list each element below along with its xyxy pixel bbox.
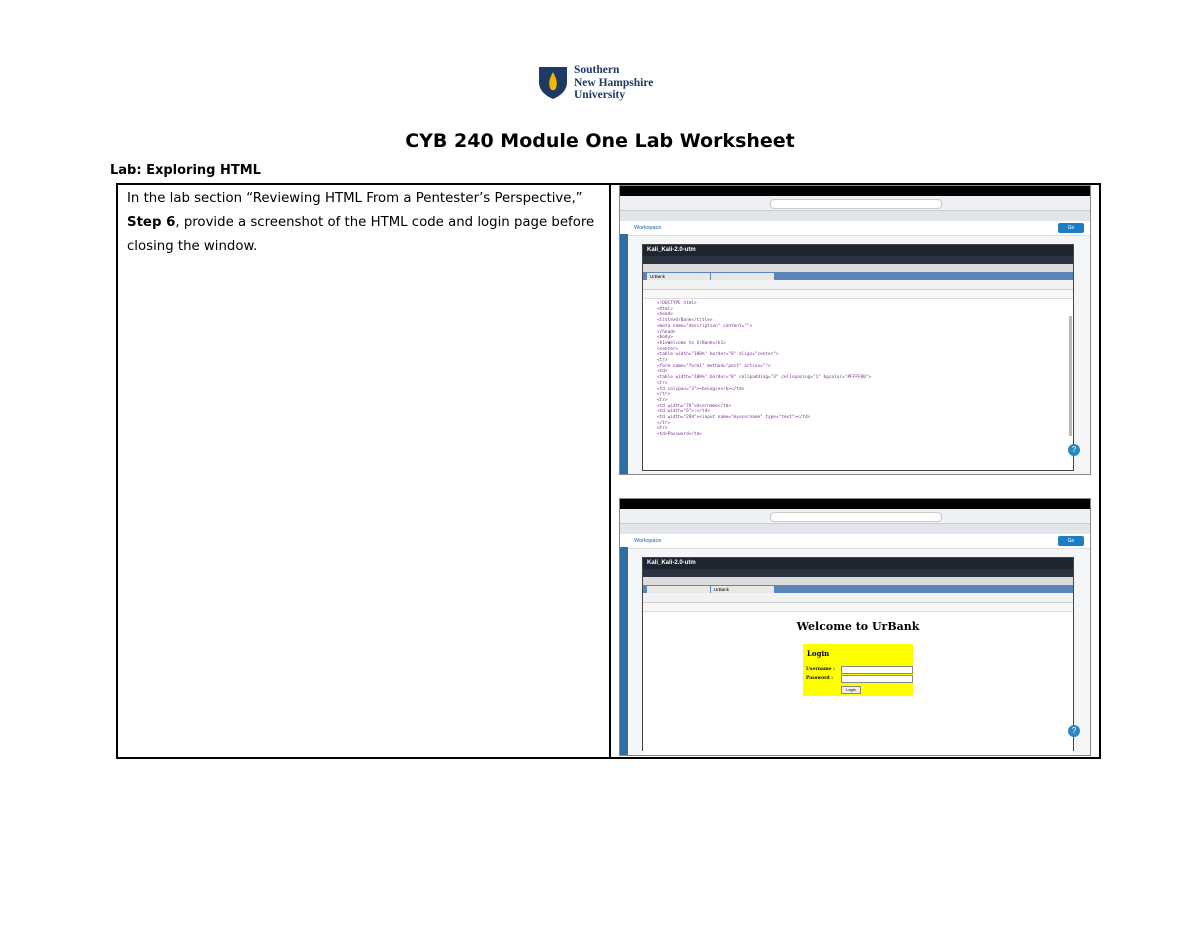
login-heading: Login bbox=[807, 649, 830, 658]
vm-browser-tabs: UrBank bbox=[643, 585, 1073, 593]
workspace-link: Workspace bbox=[634, 538, 662, 544]
vm-name: Kali_Kali-2.0-utm bbox=[643, 558, 1073, 569]
lab-sidebar bbox=[620, 547, 628, 755]
lab-heading: Lab: Exploring HTML bbox=[110, 163, 261, 178]
urbank-page: Welcome to UrBank Login Username : Passw… bbox=[643, 612, 1073, 755]
instructions-text-after: , provide a screenshot of the HTML code … bbox=[127, 215, 595, 254]
go-button: Go bbox=[1058, 536, 1084, 546]
lab-app-bar: Workspace Go bbox=[620, 221, 1090, 236]
code-line: <td>Password</td> bbox=[657, 432, 702, 438]
browser-url-bar bbox=[770, 512, 942, 522]
vm-browser-tabs: UrBank bbox=[643, 272, 1073, 280]
vm-tab-source bbox=[711, 273, 774, 280]
vm-bookmarks-bar bbox=[643, 290, 1073, 299]
vm-url-bar bbox=[643, 280, 1073, 290]
logo-line1: Southern bbox=[574, 64, 620, 76]
vm-window: Kali_Kali-2.0-utm UrBank <!DOCTYPE html>… bbox=[642, 244, 1074, 471]
help-icon: ? bbox=[1068, 725, 1080, 737]
browser-url-bar bbox=[770, 199, 942, 209]
step-label: Step 6 bbox=[127, 215, 176, 230]
vm-menu-bar bbox=[643, 569, 1073, 577]
page-title: CYB 240 Module One Lab Worksheet bbox=[405, 130, 795, 152]
password-field bbox=[841, 675, 913, 683]
logo-line3: University bbox=[574, 89, 626, 101]
logo-line2: New Hampshire bbox=[574, 76, 654, 89]
table-divider bbox=[609, 185, 611, 757]
help-icon: ? bbox=[1068, 444, 1080, 456]
vm-menu-bar bbox=[643, 256, 1073, 264]
vm-window-title bbox=[643, 264, 1073, 272]
instructions-cell: In the lab section “Reviewing HTML From … bbox=[127, 187, 597, 259]
vm-tab-urbank: UrBank bbox=[711, 586, 774, 593]
html-source-code: <!DOCTYPE html> <html> <head> <title>UrBank… bbox=[643, 299, 1073, 438]
snhu-logo: Southern New Hampshire University bbox=[538, 64, 668, 104]
password-label: Password : bbox=[806, 676, 833, 681]
username-label: Username : bbox=[806, 667, 835, 672]
browser-chrome bbox=[620, 509, 1090, 524]
lab-sidebar bbox=[620, 234, 628, 474]
workspace-link: Workspace bbox=[634, 225, 662, 231]
instructions-text: In the lab section “Reviewing HTML From … bbox=[127, 191, 583, 206]
vm-tab-urbank: UrBank bbox=[647, 273, 710, 280]
vm-window: Kali_Kali-2.0-utm UrBank Welcome to UrBa… bbox=[642, 557, 1074, 755]
username-field bbox=[841, 666, 913, 674]
welcome-heading: Welcome to UrBank bbox=[796, 620, 920, 633]
browser-chrome bbox=[620, 196, 1090, 211]
worksheet-table: In the lab section “Reviewing HTML From … bbox=[116, 183, 1101, 759]
lab-app-bar: Workspace Go bbox=[620, 534, 1090, 549]
screenshot-topbar bbox=[620, 499, 1090, 509]
screenshot-login-page: Workspace Go Kali_Kali-2.0-utm UrBank We… bbox=[619, 498, 1091, 756]
vm-bookmarks-bar bbox=[643, 603, 1073, 612]
scrollbar bbox=[1069, 316, 1072, 436]
browser-tabs bbox=[620, 524, 1090, 534]
go-button: Go bbox=[1058, 223, 1084, 233]
screenshot-html-source: Workspace Go Kali_Kali-2.0-utm UrBank <!… bbox=[619, 185, 1091, 475]
browser-tabs bbox=[620, 211, 1090, 221]
screenshot-topbar bbox=[620, 186, 1090, 196]
vm-url-bar bbox=[643, 593, 1073, 603]
vm-name: Kali_Kali-2.0-utm bbox=[643, 245, 1073, 256]
login-box: Login Username : Password : Login bbox=[803, 644, 913, 696]
shield-icon bbox=[539, 67, 567, 99]
login-submit-button: Login bbox=[841, 686, 861, 694]
vm-tab-1 bbox=[647, 586, 710, 593]
vm-window-title bbox=[643, 577, 1073, 585]
